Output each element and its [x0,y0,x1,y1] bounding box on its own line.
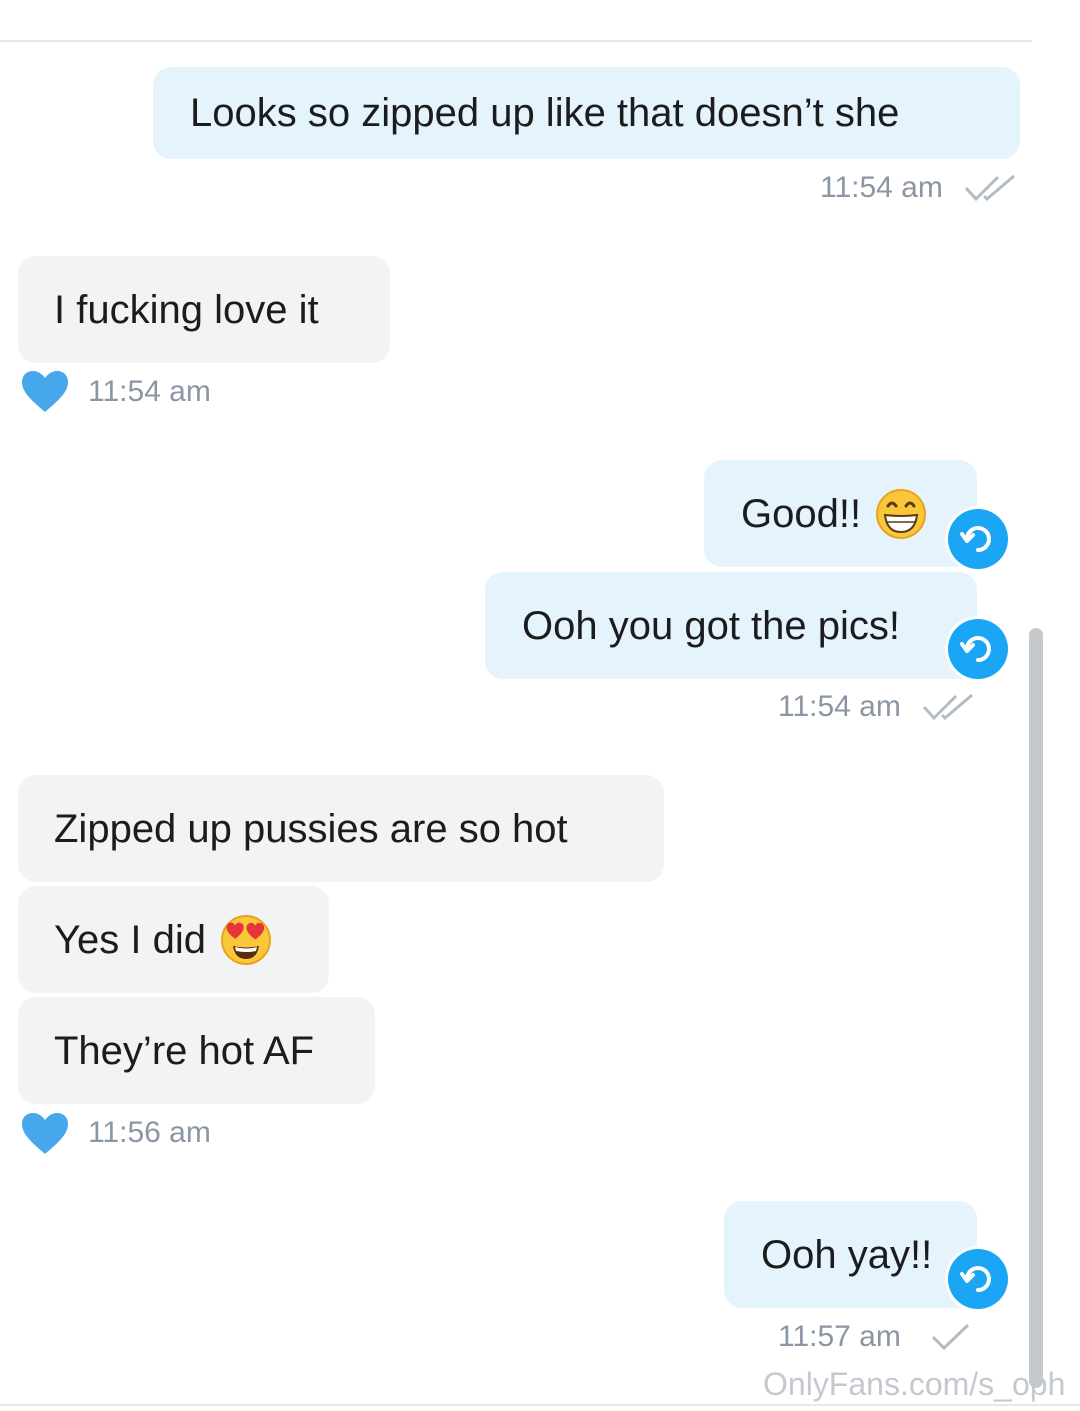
message-text: Good!! [741,491,862,536]
incoming-message[interactable]: They’re hot AF [18,997,375,1104]
heart-icon[interactable] [21,1112,69,1156]
message-text: Ooh yay!! [761,1232,933,1277]
heart-eyes-emoji [220,914,271,965]
watermark: OnlyFans.com/s_oph [763,1366,1066,1402]
undo-icon [960,1266,991,1292]
unsend-button[interactable] [948,509,1008,569]
incoming-message[interactable]: I fucking love it [18,256,390,363]
double-check-icon [922,693,973,721]
timestamp: 11:54 am [88,375,211,408]
grinning-face-emoji [876,488,927,539]
incoming-message[interactable]: Yes I did [18,886,329,993]
outgoing-message[interactable]: Looks so zipped up like that doesn’t she [153,67,1020,159]
message-text: Yes I did [54,917,206,962]
scrollbar[interactable] [1029,628,1043,1388]
outgoing-message[interactable]: Ooh yay!! [724,1201,977,1308]
timestamp: 11:54 am [820,171,943,204]
message-text: I fucking love it [54,287,319,332]
timestamp: 11:56 am [88,1116,211,1149]
outgoing-message[interactable]: Ooh you got the pics! [485,572,977,679]
timestamp: 11:54 am [778,690,901,723]
unsend-button[interactable] [948,619,1008,679]
message-text: They’re hot AF [54,1028,315,1073]
double-check-icon [964,174,1015,202]
heart-icon[interactable] [21,370,69,414]
timestamp: 11:57 am [778,1320,901,1353]
outgoing-message[interactable]: Good!! [704,460,977,567]
top-divider [0,40,1032,42]
undo-icon [960,636,991,662]
message-text: Zipped up pussies are so hot [54,806,568,851]
incoming-message[interactable]: Zipped up pussies are so hot [18,775,664,882]
message-text: Ooh you got the pics! [522,603,901,648]
bottom-divider [0,1404,1080,1406]
single-check-icon [931,1323,970,1351]
undo-icon [960,526,991,552]
message-text: Looks so zipped up like that doesn’t she [190,91,900,135]
unsend-button[interactable] [948,1249,1008,1309]
